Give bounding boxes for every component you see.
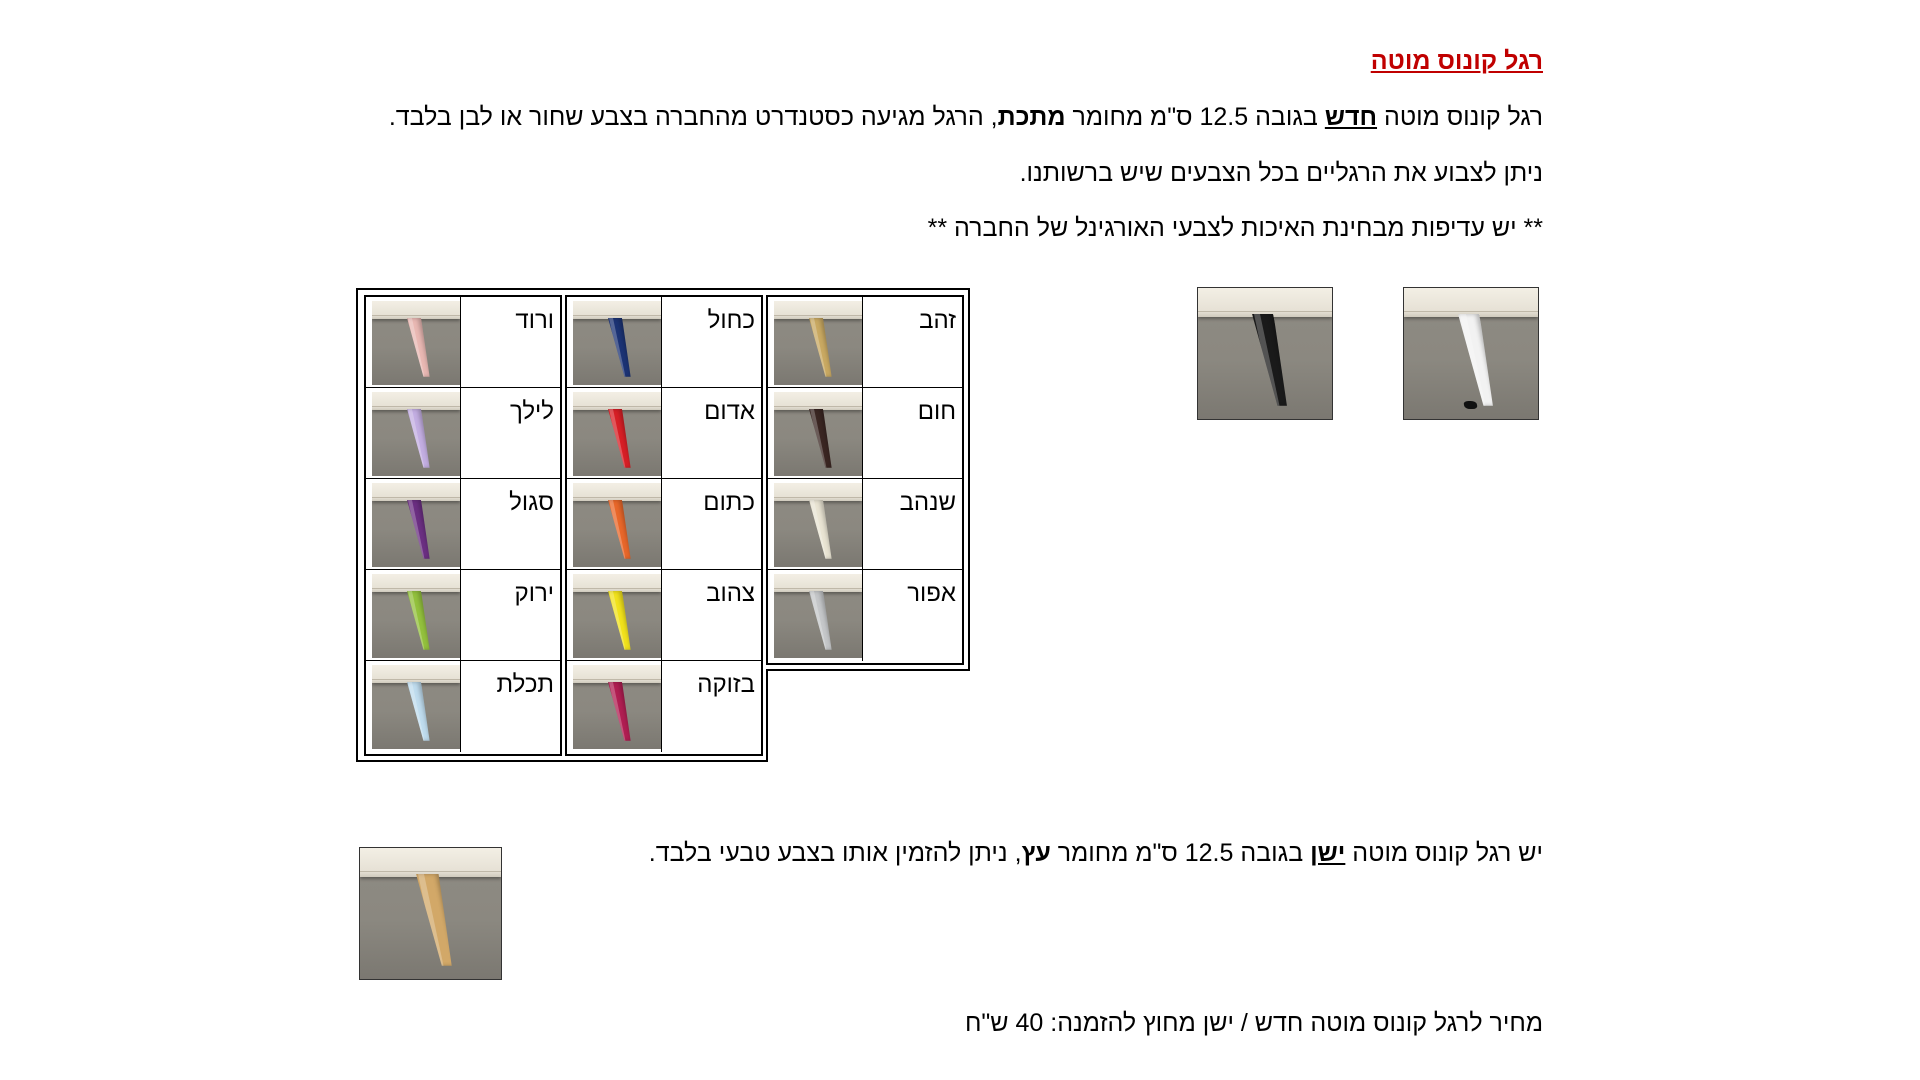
- leg-swatch-photo: [774, 301, 862, 385]
- old-leg-description: יש רגל קונוס מוטה ישן בגובה 12.5 ס"מ מחו…: [649, 837, 1543, 869]
- old-word: ישן: [1310, 839, 1346, 867]
- leg-swatch-photo: [573, 665, 661, 749]
- black-leg-photo: [1197, 287, 1333, 420]
- leg-swatch-photo: [774, 483, 862, 567]
- color-name: תכלת: [496, 671, 554, 698]
- color-swatch-cell: כתום: [565, 479, 761, 570]
- leg-swatch-photo: [573, 301, 661, 385]
- color-swatch-cell: אדום: [565, 388, 761, 479]
- color-name: בזוקה: [697, 671, 755, 698]
- color-swatch-cell: כחול: [565, 297, 761, 388]
- quality-note: ** יש עדיפות מבחינת האיכות לצבעי האורגינ…: [927, 214, 1543, 242]
- leg-swatch-photo: [573, 483, 661, 567]
- color-swatch-cell: ורוד: [364, 297, 560, 388]
- leg-swatch-photo: [372, 483, 460, 567]
- color-name: כתום: [703, 489, 755, 516]
- old-desc-part-3: , ניתן להזמין אותו בצבע טבעי בלבד.: [648, 839, 1022, 867]
- color-name: סגול: [509, 489, 554, 516]
- leg-swatch-photo: [372, 574, 460, 658]
- page-title: רגל קונוס מוטה: [1370, 47, 1543, 75]
- wood-leg-photo: [359, 847, 502, 980]
- material-metal: מתכת: [997, 103, 1066, 131]
- color-name: צהוב: [706, 580, 755, 607]
- color-name: זהב: [919, 307, 956, 334]
- leg-swatch-photo: [573, 392, 661, 476]
- desc-part-2: בגובה 12.5 ס"מ מחומר: [1065, 103, 1325, 131]
- color-column-2: כחול אדום כתום צהוב בזוקה: [565, 295, 763, 756]
- color-swatch-cell: שנהב: [766, 479, 962, 570]
- paint-note: ניתן לצבוע את הרגליים בכל הצבעים שיש ברש…: [1019, 159, 1543, 187]
- color-swatch-cell: אפור: [766, 570, 962, 661]
- color-name: כחול: [707, 307, 755, 334]
- color-swatch-cell: זהב: [766, 297, 962, 388]
- color-swatch-cell: סגול: [364, 479, 560, 570]
- color-name: אדום: [704, 398, 755, 425]
- leg-swatch-photo: [372, 301, 460, 385]
- leg-swatch-photo: [372, 392, 460, 476]
- color-name: חום: [917, 398, 956, 425]
- desc-part-1: רגל קונוס מוטה: [1377, 103, 1543, 131]
- color-swatch-cell: לילך: [364, 388, 560, 479]
- color-name: אפור: [907, 580, 956, 607]
- white-leg-photo: [1403, 287, 1539, 420]
- color-swatch-cell: תכלת: [364, 661, 560, 752]
- old-desc-part-2: בגובה 12.5 ס"מ מחומר: [1050, 839, 1311, 867]
- leg-swatch-photo: [372, 665, 460, 749]
- color-swatch-cell: חום: [766, 388, 962, 479]
- color-swatch-cell: ירוק: [364, 570, 560, 661]
- color-name: ורוד: [515, 307, 554, 334]
- color-name: שנהב: [899, 489, 956, 516]
- color-column-3: ורוד לילך סגול ירוק תכלת: [364, 295, 562, 756]
- material-wood: עץ: [1021, 839, 1051, 867]
- leg-swatch-photo: [774, 392, 862, 476]
- color-swatch-cell: צהוב: [565, 570, 761, 661]
- leg-swatch-photo: [573, 574, 661, 658]
- price-line: מחיר לרגל קונוס מוטה חדש / ישן מחוץ להזמ…: [964, 1009, 1543, 1037]
- color-swatch-cell: בזוקה: [565, 661, 761, 752]
- old-desc-part-1: יש רגל קונוס מוטה: [1345, 839, 1543, 867]
- new-leg-description: רגל קונוס מוטה חדש בגובה 12.5 ס"מ מחומר …: [389, 101, 1543, 133]
- color-name: ירוק: [514, 580, 554, 607]
- leg-swatch-photo: [774, 574, 862, 658]
- color-name: לילך: [509, 398, 554, 425]
- color-column-1: זהב חום שנהב אפור: [766, 295, 964, 665]
- new-word: חדש: [1324, 103, 1378, 131]
- desc-part-3: , הרגל מגיעה כסטנדרט מהחברה בצבע שחור או…: [388, 103, 998, 131]
